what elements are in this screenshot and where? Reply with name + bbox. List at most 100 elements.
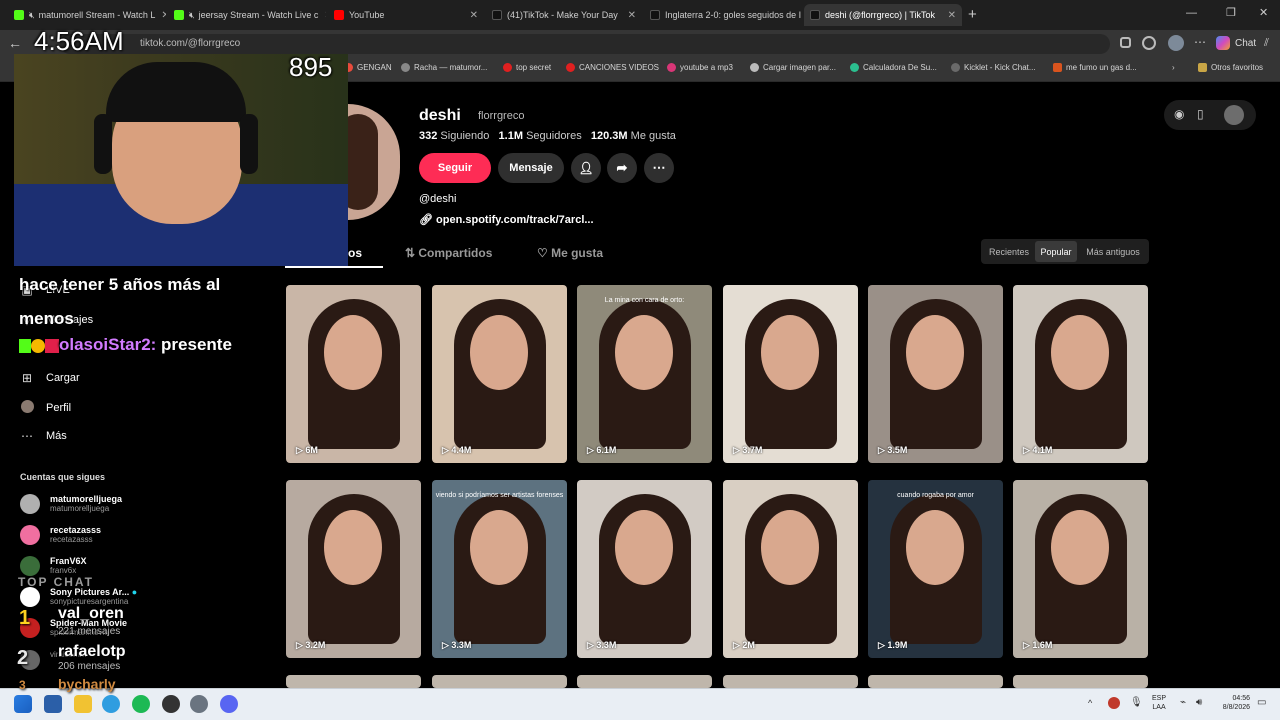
play-icon: ▷: [442, 640, 452, 650]
close-icon[interactable]: ✕: [942, 10, 956, 21]
thumbnail-face: [1051, 510, 1109, 585]
sync-icon[interactable]: [1142, 36, 1156, 50]
mobile-icon[interactable]: ▯: [1197, 107, 1204, 121]
minimize-button[interactable]: —: [1186, 7, 1197, 19]
browser-tab-active[interactable]: deshi (@florrgreco) | TikTok ✕: [804, 4, 962, 26]
video-thumbnail[interactable]: ▷ 3.7M: [723, 285, 858, 463]
tray-icon[interactable]: [1108, 697, 1120, 709]
followed-account[interactable]: matumorelljuega matumorelljuega: [20, 494, 122, 514]
message-button[interactable]: Mensaje: [498, 153, 564, 183]
follow-button[interactable]: Seguir: [419, 153, 491, 183]
video-thumbnail[interactable]: ▷ 3.2M: [286, 480, 421, 658]
browser-tab[interactable]: Inglaterra 2-0: goles seguidos de I ✕: [644, 4, 802, 26]
edge-icon[interactable]: [102, 695, 120, 713]
tab-liked[interactable]: ♡ Me gusta: [537, 246, 603, 260]
copilot-icon: [1216, 36, 1230, 50]
compass-icon[interactable]: ◉: [1174, 107, 1184, 121]
menu-icon[interactable]: ⋯: [1194, 35, 1206, 49]
video-thumbnail[interactable]: [1013, 675, 1148, 688]
sort-popular[interactable]: Popular: [1035, 241, 1077, 262]
close-icon[interactable]: ✕: [155, 10, 166, 21]
language-indicator[interactable]: ESP LAA: [1152, 694, 1166, 712]
url-field[interactable]: tiktok.com/@florrgreco: [60, 34, 1110, 54]
folder-icon[interactable]: [74, 695, 92, 713]
sidebar-item-profile[interactable]: Perfil: [20, 400, 71, 416]
bookmark-icon: [667, 63, 676, 72]
bookmark-item[interactable]: Racha — matumor...: [401, 63, 487, 72]
tab-reposts[interactable]: ⇅ Compartidos: [405, 246, 492, 260]
bookmark-item[interactable]: CANCIONES VIDEOS: [566, 63, 659, 72]
share-button[interactable]: ➦: [607, 153, 637, 183]
app-icon[interactable]: [190, 695, 208, 713]
maximize-button[interactable]: ❐: [1226, 6, 1236, 19]
close-icon[interactable]: ✕: [622, 10, 636, 21]
avatar[interactable]: [1168, 35, 1184, 51]
spotify-icon[interactable]: [132, 695, 150, 713]
sort-recent[interactable]: Recientes: [985, 241, 1033, 262]
app-icon[interactable]: [44, 695, 62, 713]
video-thumbnail[interactable]: La mina con cara de orto: ▷ 6.1M: [577, 285, 712, 463]
video-thumbnail[interactable]: [868, 675, 1003, 688]
browser-tab[interactable]: YouTube ✕: [328, 4, 484, 26]
video-thumbnail[interactable]: ▷ 4.4M: [432, 285, 567, 463]
new-tab-button[interactable]: +: [968, 6, 977, 23]
profile-link[interactable]: 🔗︎ open.spotify.com/track/7arcl...: [419, 213, 594, 226]
chat-button[interactable]: Chat: [1216, 36, 1256, 50]
followed-account[interactable]: recetazasss recetazasss: [20, 525, 101, 545]
close-icon[interactable]: ✕: [801, 10, 802, 21]
browser-tab[interactable]: 🔇︎ matumorell Stream - Watch L ✕: [8, 4, 166, 26]
browser-tab[interactable]: (41)TikTok - Make Your Day ✕: [486, 4, 642, 26]
chevron-up-icon[interactable]: ^: [1088, 698, 1092, 708]
other-bookmarks[interactable]: Otros favoritos: [1198, 63, 1263, 72]
top-chat-name: bycharly: [58, 676, 116, 692]
tab-videos[interactable]: os: [348, 246, 362, 260]
windows-start-icon[interactable]: [14, 695, 32, 713]
sort-oldest[interactable]: Más antiguos: [1080, 241, 1146, 262]
video-thumbnail[interactable]: [577, 675, 712, 688]
video-caption: La mina con cara de orto:: [604, 297, 685, 304]
followed-account[interactable]: FranV6X franv6x: [20, 556, 87, 576]
followed-account[interactable]: Sony Pictures Ar... ● sonypicturesargenti…: [20, 587, 137, 607]
close-icon[interactable]: ✕: [464, 10, 478, 21]
network-icon[interactable]: ⌁: [1180, 697, 1186, 708]
bookmarks-chevron-icon[interactable]: ›: [1172, 63, 1175, 72]
extensions-icon[interactable]: [1120, 37, 1131, 48]
avatar[interactable]: [1224, 105, 1244, 125]
bookmark-item[interactable]: youtube a mp3: [667, 63, 733, 72]
video-thumbnail[interactable]: viendo si podríamos ser artistas forense…: [432, 480, 567, 658]
video-thumbnail[interactable]: ▷ 3.5M: [868, 285, 1003, 463]
play-icon: ▷: [878, 640, 888, 650]
video-thumbnail[interactable]: ▷ 4.1M: [1013, 285, 1148, 463]
video-thumbnail[interactable]: ▷ 6M: [286, 285, 421, 463]
youtube-icon: [334, 10, 344, 20]
video-thumbnail[interactable]: [286, 675, 421, 688]
clock[interactable]: 04:56 8/8/2026: [1214, 694, 1250, 712]
close-window-button[interactable]: ✕: [1259, 6, 1268, 19]
obs-icon[interactable]: [162, 695, 180, 713]
microphone-icon[interactable]: 🎙︎: [1130, 697, 1143, 708]
sidebar-toggle-icon[interactable]: ⫽: [1264, 37, 1269, 50]
add-friend-button[interactable]: 👤︎: [571, 153, 601, 183]
video-thumbnail[interactable]: ▷ 1.6M: [1013, 480, 1148, 658]
discord-icon[interactable]: [220, 695, 238, 713]
bookmark-item[interactable]: Kicklet - Kick Chat...: [951, 63, 1036, 72]
back-icon[interactable]: ←: [8, 35, 22, 51]
bookmark-item[interactable]: Cargar imagen par...: [750, 63, 836, 72]
bookmark-item[interactable]: Calculadora De Su...: [850, 63, 937, 72]
volume-icon[interactable]: 🔊︎: [1196, 697, 1202, 708]
browser-tab[interactable]: 🔇︎ jeersay Stream - Watch Live c ✕: [168, 4, 326, 26]
video-thumbnail[interactable]: ▷ 2M: [723, 480, 858, 658]
video-thumbnail[interactable]: cuando rogaba por amor ▷ 1.9M: [868, 480, 1003, 658]
bookmark-item[interactable]: top secret: [503, 63, 551, 72]
close-icon[interactable]: ✕: [318, 10, 326, 21]
sidebar-item-upload[interactable]: ⊞ Cargar: [20, 371, 80, 385]
globe-icon: [401, 63, 410, 72]
bookmark-item[interactable]: me fumo un gas d...: [1053, 63, 1137, 72]
video-thumbnail[interactable]: [723, 675, 858, 688]
bookmark-item[interactable]: GENGAN: [344, 63, 392, 72]
more-options-button[interactable]: ⋯: [644, 153, 674, 183]
sidebar-item-more[interactable]: ⋯ Más: [20, 429, 67, 443]
video-thumbnail[interactable]: ▷ 3.3M: [577, 480, 712, 658]
video-thumbnail[interactable]: [432, 675, 567, 688]
notification-icon[interactable]: ▭: [1257, 697, 1266, 708]
